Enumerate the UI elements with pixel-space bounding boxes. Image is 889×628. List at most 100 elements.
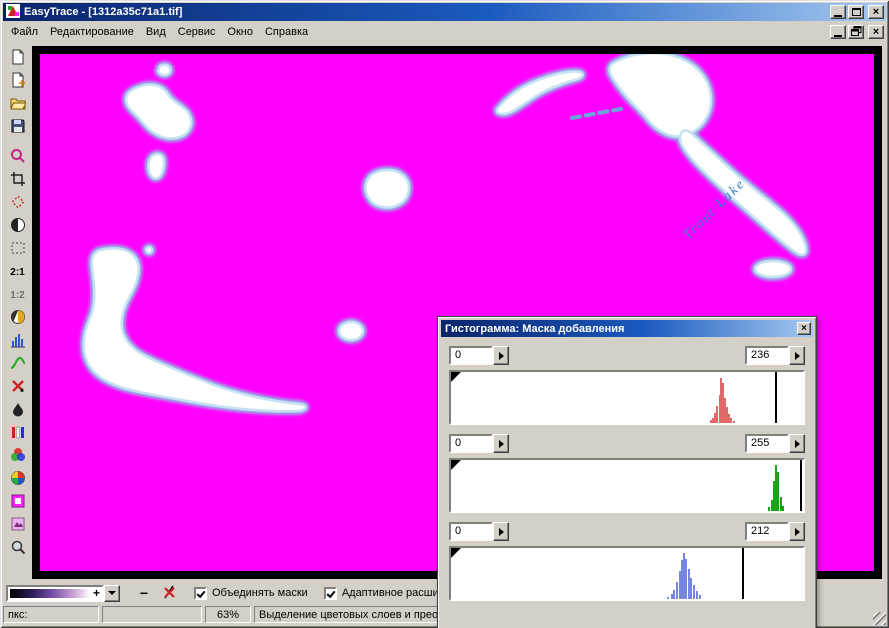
selection-rect-icon <box>10 240 26 259</box>
mdi-minimize-icon <box>834 35 842 37</box>
green-min-slider-handle[interactable] <box>451 460 461 470</box>
mdi-close-button[interactable]: × <box>868 25 884 39</box>
droplet-icon <box>10 401 26 420</box>
zoom-link-icon <box>10 148 26 167</box>
color-bars-button[interactable] <box>6 422 30 444</box>
mask-magenta-button[interactable] <box>6 491 30 513</box>
contrast-ball-button[interactable] <box>6 215 30 237</box>
hist-threshold-marker[interactable] <box>800 460 802 511</box>
zoom-link-button[interactable] <box>6 146 30 168</box>
status-pixel-label: пкс: <box>3 606 99 623</box>
palette-button[interactable] <box>6 468 30 490</box>
histogram-dialog-titlebar[interactable]: Гистограмма: Маска добавления × <box>441 320 813 337</box>
histogram-dialog-title: Гистограмма: Маска добавления <box>445 323 797 335</box>
remove-color-icon <box>10 378 26 397</box>
histogram-button[interactable] <box>6 330 30 352</box>
chevron-down-icon <box>108 591 116 595</box>
red-min-spinner: 0 <box>449 346 509 365</box>
blue-min-spin-button[interactable] <box>493 522 509 541</box>
mdi-close-icon: × <box>873 27 879 37</box>
merge-masks-checkbox[interactable]: Объединять маски <box>194 587 308 600</box>
blue-max-value[interactable]: 212 <box>745 522 789 541</box>
green-histogram[interactable] <box>449 458 805 513</box>
remove-color-button[interactable] <box>6 376 30 398</box>
title-bar[interactable]: EasyTrace - [1312a35c71a1.tif] × <box>3 3 886 21</box>
adaptive-expand-label: Адаптивное расшир <box>342 587 445 599</box>
mask-gradient-combo[interactable]: + <box>6 585 104 602</box>
red-max-spin-button[interactable] <box>789 346 805 365</box>
blue-min-slider-handle[interactable] <box>451 548 461 558</box>
hist-bar <box>768 507 770 511</box>
mdi-window-controls: × <box>828 25 884 39</box>
spin-arrow-icon <box>795 528 800 536</box>
rgb-wheel-button[interactable] <box>6 445 30 467</box>
hist-bar <box>693 585 695 599</box>
green-min-spinner: 0 <box>449 434 509 453</box>
open-folder-icon <box>10 95 26 114</box>
histogram-dialog: Гистограмма: Маска добавления × 0 236 <box>437 316 817 628</box>
halftone-ball-button[interactable] <box>6 307 30 329</box>
mdi-minimize-button[interactable] <box>830 25 846 39</box>
close-icon: × <box>873 7 879 17</box>
hist-bar <box>782 506 784 511</box>
maximize-button[interactable] <box>848 5 864 19</box>
merge-masks-label: Объединять маски <box>212 587 308 599</box>
contrast-ball-icon <box>10 217 26 236</box>
blue-histogram[interactable] <box>449 546 805 601</box>
dashed-diamond-button[interactable] <box>6 192 30 214</box>
dashed-diamond-icon <box>10 194 26 213</box>
menu-help[interactable]: Справка <box>259 23 314 41</box>
resize-grip[interactable] <box>873 612 886 625</box>
histogram-dialog-close-button[interactable]: × <box>797 322 811 335</box>
save-icon <box>10 118 26 137</box>
hist-threshold-marker[interactable] <box>775 372 777 423</box>
droplet-button[interactable] <box>6 399 30 421</box>
red-min-spin-button[interactable] <box>493 346 509 365</box>
menu-view[interactable]: Вид <box>140 23 172 41</box>
selection-rect-button[interactable] <box>6 238 30 260</box>
curves-button[interactable] <box>6 353 30 375</box>
magnifier-button[interactable] <box>6 537 30 559</box>
minimize-button[interactable] <box>830 5 846 19</box>
scale-2-1-button[interactable]: 2:1 <box>6 261 30 283</box>
mdi-restore-icon <box>851 26 862 38</box>
green-max-spin-button[interactable] <box>789 434 805 453</box>
erase-mask-tool-button[interactable] <box>162 584 178 603</box>
dashed-channel <box>572 108 626 118</box>
color-bars-icon <box>10 424 26 443</box>
hist-bar <box>671 594 673 599</box>
spin-arrow-icon <box>499 440 504 448</box>
blue-max-spin-button[interactable] <box>789 522 805 541</box>
mask-shapes-button[interactable] <box>6 514 30 536</box>
red-min-slider-handle[interactable] <box>451 372 461 382</box>
green-channel-section: 0 255 <box>449 434 805 513</box>
save-button[interactable] <box>6 116 30 138</box>
blue-min-value[interactable]: 0 <box>449 522 493 541</box>
scale-1-2-button[interactable]: 1:2 <box>6 284 30 306</box>
erase-mask-tool-icon <box>162 584 178 603</box>
menu-edit[interactable]: Редактирование <box>44 23 140 41</box>
red-max-value[interactable]: 236 <box>745 346 789 365</box>
crop-button[interactable] <box>6 169 30 191</box>
red-min-value[interactable]: 0 <box>449 346 493 365</box>
green-min-spin-button[interactable] <box>493 434 509 453</box>
green-min-value[interactable]: 0 <box>449 434 493 453</box>
red-channel-section: 0 236 <box>449 346 805 425</box>
subtract-mask-button[interactable]: − <box>136 587 152 599</box>
gradient-dropdown-button[interactable] <box>104 585 120 602</box>
green-max-value[interactable]: 255 <box>745 434 789 453</box>
window-title: EasyTrace - [1312a35c71a1.tif] <box>24 6 828 18</box>
open-folder-button[interactable] <box>6 93 30 115</box>
close-button[interactable]: × <box>868 5 884 19</box>
menu-window[interactable]: Окно <box>221 23 259 41</box>
rgb-wheel-icon <box>10 447 26 466</box>
hist-bar <box>667 597 669 599</box>
red-histogram[interactable] <box>449 370 805 425</box>
adaptive-expand-checkbox[interactable]: Адаптивное расшир <box>324 587 445 600</box>
hist-threshold-marker[interactable] <box>742 548 744 599</box>
new-document-plus-button[interactable] <box>6 70 30 92</box>
new-document-button[interactable] <box>6 47 30 69</box>
menu-file[interactable]: Файл <box>5 23 44 41</box>
mdi-restore-button[interactable] <box>848 25 864 39</box>
menu-service[interactable]: Сервис <box>172 23 222 41</box>
